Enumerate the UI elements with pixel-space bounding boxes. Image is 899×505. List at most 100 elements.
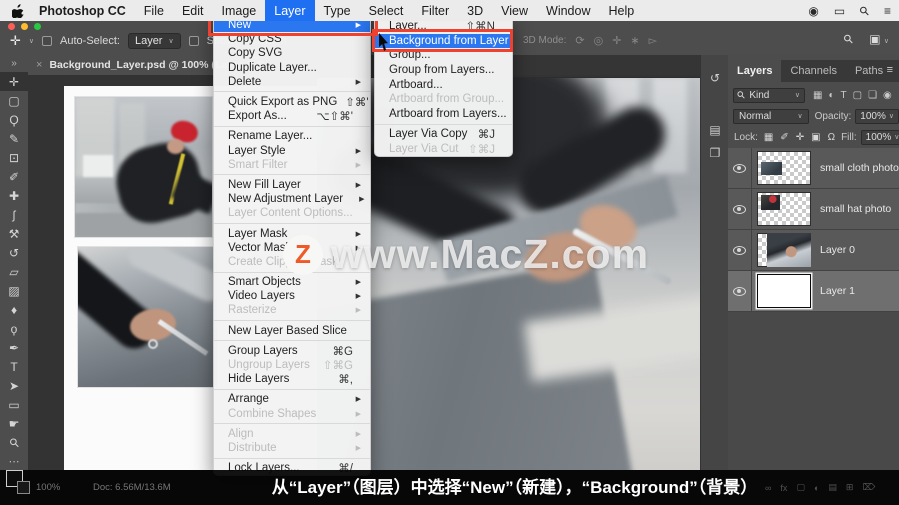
status-zoom-level[interactable]: 100%: [36, 470, 60, 505]
3d-pan-icon[interactable]: ✛: [612, 34, 621, 47]
link-layers-icon[interactable]: ∞: [765, 483, 771, 493]
menu-item-smart-objects[interactable]: Smart Objects ▶: [214, 275, 370, 289]
menu-item-combine-shapes[interactable]: Combine Shapes ▶: [214, 407, 370, 421]
menubar-3d[interactable]: 3D: [458, 0, 492, 21]
display-icon[interactable]: ▭: [834, 4, 845, 18]
adjustments-panel-icon[interactable]: ▤: [701, 119, 729, 141]
opacity-value-field[interactable]: 100% ∨: [855, 108, 899, 124]
tool-quick-select[interactable]: ✎: [0, 129, 28, 148]
history-panel-icon[interactable]: ↺: [701, 67, 729, 89]
menu-item-group-layers[interactable]: Group Layers ⌘G: [214, 344, 370, 358]
filter-smart-objects-icon[interactable]: ❏: [868, 90, 877, 101]
auto-select-dropdown[interactable]: Layer ∨: [127, 33, 181, 49]
layer-group-icon[interactable]: ▤: [828, 482, 837, 493]
show-transform-checkbox[interactable]: [188, 36, 199, 46]
layer-row-small-cloth-photo[interactable]: small cloth photo: [728, 147, 899, 189]
filter-type-layers-icon[interactable]: T: [841, 90, 847, 101]
menu-item-export-as[interactable]: Export As... ⌥⇧⌘': [214, 109, 370, 123]
tab-channels[interactable]: Channels: [781, 60, 845, 82]
visibility-eye-icon[interactable]: [733, 245, 746, 255]
menubar-type[interactable]: Type: [315, 0, 360, 21]
lock-image-pixels-icon[interactable]: ✐: [780, 132, 788, 143]
layer-row-layer-0[interactable]: Layer 0: [728, 229, 899, 271]
tab-paths[interactable]: Paths: [846, 60, 892, 82]
menu-item-align[interactable]: Align ▶: [214, 427, 370, 441]
menu-item-distribute[interactable]: Distribute ▶: [214, 441, 370, 455]
menu-item-vector-mask[interactable]: Vector Mask ▶: [214, 241, 370, 255]
lock-position-icon[interactable]: ✛: [796, 132, 804, 143]
spotlight-icon[interactable]: ⚲: [857, 2, 873, 18]
submenu-item-group-from-layers[interactable]: Group from Layers...: [375, 63, 512, 78]
menu-item-layer-style[interactable]: Layer Style ▶: [214, 144, 370, 158]
menu-item-smart-filter[interactable]: Smart Filter ▶: [214, 158, 370, 172]
canvas-photo-cutting-fabric-small[interactable]: [78, 247, 217, 387]
tool-shape[interactable]: ▭: [0, 395, 28, 414]
menu-item-hide-layers[interactable]: Hide Layers ⌘,: [214, 372, 370, 386]
menu-item-quick-export-png[interactable]: Quick Export as PNG ⇧⌘': [214, 95, 370, 109]
layer-thumbnail[interactable]: [757, 274, 811, 308]
menu-item-create-clipping-mask[interactable]: Create Clipping Mask: [214, 255, 370, 269]
filter-shape-layers-icon[interactable]: ▢: [853, 90, 862, 101]
tool-crop[interactable]: ⊡: [0, 148, 28, 167]
menu-item-new-fill-layer[interactable]: New Fill Layer ▶: [214, 178, 370, 192]
menubar-help[interactable]: Help: [600, 0, 644, 21]
toolbar-collapse-icon[interactable]: »: [0, 55, 28, 72]
tool-healing-brush[interactable]: ✚: [0, 186, 28, 205]
menu-item-new-layer-based-slice[interactable]: New Layer Based Slice: [214, 324, 370, 338]
menubar-edit[interactable]: Edit: [173, 0, 213, 21]
tool-eraser[interactable]: ▱: [0, 262, 28, 281]
filter-pin-icon[interactable]: ◉: [883, 90, 892, 101]
canvas-photo-man-red-hat[interactable]: [75, 97, 212, 237]
menubar-view[interactable]: View: [492, 0, 537, 21]
submenu-item-artboard-from-layers[interactable]: Artboard from Layers...: [375, 107, 512, 122]
lock-transparent-pixels-icon[interactable]: ▦: [764, 132, 773, 143]
layer-style-icon[interactable]: fx: [780, 483, 787, 493]
tool-move[interactable]: ✛: [0, 72, 28, 91]
tool-gradient[interactable]: ▨: [0, 281, 28, 300]
menubar-window[interactable]: Window: [537, 0, 599, 21]
tool-blur[interactable]: ♦: [0, 300, 28, 319]
layer-mask-icon[interactable]: ▢: [796, 482, 805, 493]
adjustment-layer-icon[interactable]: ◐: [814, 483, 819, 493]
menubar-file[interactable]: File: [135, 0, 173, 21]
fill-value-field[interactable]: 100% ∨: [860, 129, 899, 145]
menu-item-rasterize[interactable]: Rasterize ▶: [214, 303, 370, 317]
layer-filter-kind-dropdown[interactable]: ⚲ Kind ∨: [733, 87, 805, 103]
window-close-button[interactable]: [8, 23, 15, 30]
menubar-select[interactable]: Select: [360, 0, 413, 21]
tool-marquee[interactable]: ▢: [0, 91, 28, 110]
tool-dodge[interactable]: ϙ: [0, 319, 28, 338]
menu-item-ungroup-layers[interactable]: Ungroup Layers ⇧⌘G: [214, 358, 370, 372]
screen-record-icon[interactable]: ◉: [808, 4, 818, 18]
visibility-eye-icon[interactable]: [733, 163, 746, 173]
tool-clone-stamp[interactable]: ⚒: [0, 224, 28, 243]
menubar-layer[interactable]: Layer: [265, 0, 315, 21]
layer-thumbnail[interactable]: [757, 233, 811, 267]
apple-logo-icon[interactable]: [12, 3, 24, 18]
panel-menu-icon[interactable]: ≡: [887, 64, 893, 76]
tool-type[interactable]: T: [0, 357, 28, 376]
submenu-item-artboard[interactable]: Artboard...: [375, 77, 512, 92]
menubar-filter[interactable]: Filter: [412, 0, 458, 21]
menu-item-copy-svg[interactable]: Copy SVG: [214, 46, 370, 60]
menubar-image[interactable]: Image: [213, 0, 266, 21]
3d-roll-icon[interactable]: ◎: [594, 34, 604, 47]
delete-layer-icon[interactable]: ⌦: [862, 482, 875, 493]
tool-history-brush[interactable]: ↺: [0, 243, 28, 262]
tool-preset-chevron-icon[interactable]: ∨: [29, 37, 34, 45]
menu-item-delete[interactable]: Delete ▶: [214, 75, 370, 89]
layer-thumbnail[interactable]: [757, 151, 811, 185]
layer-row-layer-1[interactable]: Layer 1: [728, 270, 899, 312]
filter-pixel-layers-icon[interactable]: ▦: [813, 90, 822, 101]
layer-row-small-hat-photo[interactable]: small hat photo: [728, 188, 899, 230]
libraries-panel-icon[interactable]: ❐: [701, 142, 729, 164]
search-icon[interactable]: ⚲: [841, 31, 857, 47]
tool-pen[interactable]: ✒: [0, 338, 28, 357]
lock-all-icon[interactable]: Ω: [828, 132, 835, 143]
tool-path-select[interactable]: ➤: [0, 376, 28, 395]
menu-item-video-layers[interactable]: Video Layers ▶: [214, 289, 370, 303]
window-zoom-button[interactable]: [34, 23, 41, 30]
filter-adjustment-layers-icon[interactable]: ◐: [828, 90, 834, 101]
tab-close-icon[interactable]: ×: [36, 59, 42, 71]
3d-slide-icon[interactable]: ∗: [630, 34, 639, 47]
